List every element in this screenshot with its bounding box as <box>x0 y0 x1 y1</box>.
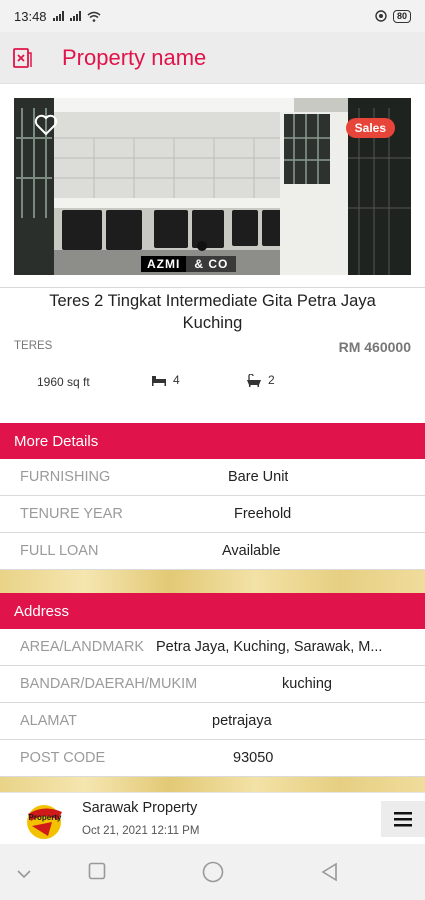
bedroom-count: 4 <box>173 373 180 387</box>
post-date: Oct 21, 2021 12:11 PM <box>82 825 200 837</box>
address-header: Address <box>0 593 425 629</box>
detail-row-furnishing: FURNISHING Bare Unit <box>0 459 425 496</box>
watermark-part-a: AZMI <box>141 256 187 272</box>
heart-icon[interactable] <box>34 114 58 141</box>
status-icons <box>52 11 101 22</box>
detail-label: FURNISHING <box>20 469 111 485</box>
divider <box>0 287 425 288</box>
brand-name: Sarawak Property <box>82 800 198 816</box>
signal-icon <box>52 11 64 21</box>
bathroom-spec: 2 <box>246 373 275 387</box>
detail-label: BANDAR/DAERAH/MUKIM <box>20 676 198 692</box>
detail-row-area: AREA/LANDMARK Petra Jaya, Kuching, Saraw… <box>0 629 425 666</box>
close-document-icon[interactable] <box>12 47 32 68</box>
property-title: Teres 2 Tingkat Intermediate Gita Petra … <box>49 292 376 332</box>
status-bar: 13:48 80 <box>0 0 425 32</box>
detail-label: AREA/LANDMARK <box>20 639 145 655</box>
page-title: Property name <box>62 44 207 70</box>
detail-value: Freehold <box>234 506 292 522</box>
detail-label: ALAMAT <box>20 713 77 729</box>
sales-badge: Sales <box>345 118 395 138</box>
home-icon[interactable] <box>202 861 224 888</box>
more-details-header: More Details <box>0 423 425 459</box>
svg-text:Property: Property <box>29 813 62 822</box>
menu-button[interactable] <box>381 801 425 837</box>
detail-value: Available <box>222 543 281 559</box>
status-right: 80 <box>375 9 411 23</box>
floor-size: 1960 sq ft <box>37 375 90 389</box>
property-type: TERES <box>14 340 53 352</box>
detail-label: POST CODE <box>20 750 106 766</box>
property-photo[interactable]: Sales AZMI & CO <box>14 98 411 275</box>
battery-icon: 80 <box>392 9 411 23</box>
property-price: RM 460000 <box>338 339 411 355</box>
wifi-icon <box>87 11 101 22</box>
bedroom-spec: 4 <box>151 373 180 387</box>
detail-row-alamat: ALAMAT petrajaya <box>0 703 425 740</box>
alarm-icon <box>375 10 387 22</box>
signal-icon <box>69 11 81 21</box>
detail-row-postcode: POST CODE 93050 <box>0 740 425 777</box>
system-nav-bar <box>0 844 425 900</box>
back-icon[interactable] <box>320 862 338 887</box>
bathroom-count: 2 <box>268 373 275 387</box>
recents-icon[interactable] <box>88 862 106 885</box>
detail-label: FULL LOAN <box>20 543 99 559</box>
detail-row-full-loan: FULL LOAN Available <box>0 533 425 570</box>
bed-icon <box>152 376 166 386</box>
brand-bar: Property Sarawak Property Oct 21, 2021 1… <box>0 792 425 844</box>
detail-value: 93050 <box>233 750 274 766</box>
detail-value: Bare Unit <box>228 469 289 485</box>
detail-value: kuching <box>282 676 332 692</box>
decorative-band <box>0 777 425 792</box>
detail-row-tenure: TENURE YEAR Freehold <box>0 496 425 533</box>
detail-label: TENURE YEAR <box>20 506 123 522</box>
back-chevron-icon[interactable] <box>16 866 32 884</box>
agency-watermark: AZMI & CO <box>141 256 237 272</box>
watermark-part-b: & CO <box>186 256 237 272</box>
detail-row-bandar: BANDAR/DAERAH/MUKIM kuching <box>0 666 425 703</box>
detail-value: petrajaya <box>212 713 272 729</box>
brand-logo: Property <box>22 800 68 840</box>
status-time: 13:48 <box>14 8 47 24</box>
bathtub-icon <box>247 373 261 387</box>
spec-row: 1960 sq ft 4 2 <box>0 372 425 394</box>
app-bar: Property name <box>0 32 425 84</box>
detail-value: Petra Jaya, Kuching, Sarawak, M... <box>156 639 383 655</box>
hamburger-icon <box>394 811 412 826</box>
decorative-band <box>0 570 425 593</box>
